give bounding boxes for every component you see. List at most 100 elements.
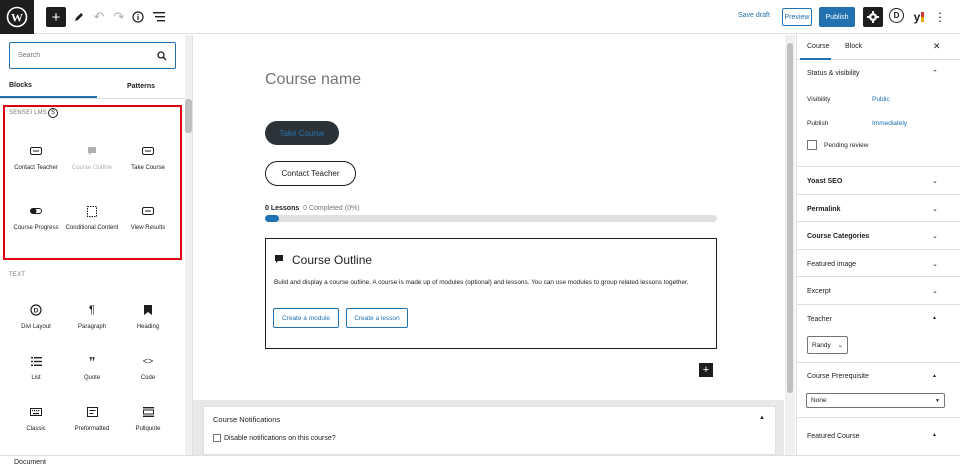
more-options-icon[interactable]: ⋮ — [934, 8, 946, 26]
take-course-button[interactable]: Take Course — [265, 121, 339, 145]
course-notifications-title[interactable]: Course Notifications — [213, 415, 280, 424]
canvas-scroll-thumb[interactable] — [787, 43, 793, 393]
tab-block[interactable]: Block — [845, 43, 862, 50]
block-view-results[interactable]: View Results — [120, 198, 176, 252]
prerequisite-title[interactable]: Course Prerequisite — [807, 373, 869, 380]
publish-button[interactable]: Publish — [819, 7, 855, 27]
yoast-seo-section[interactable]: Yoast SEO ⌄ — [797, 167, 960, 195]
disable-notifications-checkbox[interactable] — [213, 434, 221, 442]
visibility-value-link[interactable]: Public — [872, 96, 890, 103]
featured-course-title[interactable]: Featured Course — [807, 433, 860, 440]
yoast-icon[interactable]: y — [910, 8, 928, 26]
close-icon[interactable]: ✕ — [933, 41, 941, 52]
block-paragraph[interactable]: ¶ Paragraph — [64, 297, 120, 351]
block-label: Classic — [26, 426, 46, 432]
redo-icon[interactable]: ↷ — [110, 8, 128, 26]
pending-review-checkbox[interactable] — [807, 140, 817, 150]
collapse-caret-icon[interactable]: ▲ — [932, 432, 937, 438]
breadcrumb-footer: Document — [0, 455, 960, 469]
featured-image-section[interactable]: Featured image ⌄ — [797, 250, 960, 277]
block-take-course[interactable]: Take Course — [120, 138, 176, 192]
list-icon — [29, 354, 43, 368]
sidebar-tabs: Course Block ✕ — [797, 35, 960, 60]
chevron-up-icon[interactable]: ⌃ — [932, 69, 938, 77]
settings-gear-icon[interactable] — [863, 7, 883, 27]
inserter-scrollbar[interactable] — [185, 35, 192, 455]
create-module-button[interactable]: Create a module — [273, 308, 339, 328]
teacher-select[interactable]: Randy ⌄ — [807, 336, 848, 354]
block-code[interactable]: <> Code — [120, 348, 176, 402]
block-preformatted[interactable]: Preformatted — [64, 399, 120, 453]
wordpress-logo-icon[interactable]: W — [0, 0, 34, 34]
block-course-outline[interactable]: Course Outline — [64, 138, 120, 192]
course-progress-bar — [265, 215, 717, 222]
block-label: List — [31, 375, 41, 381]
code-icon: <> — [142, 356, 154, 366]
tab-patterns[interactable]: Patterns — [97, 75, 185, 98]
block-pullquote[interactable]: Pullquote — [120, 399, 176, 453]
quote-icon: ” — [88, 353, 96, 369]
tab-course[interactable]: Course — [807, 43, 830, 50]
inserter-scroll-thumb[interactable] — [185, 99, 192, 133]
collapse-caret-icon[interactable]: ▲ — [932, 373, 937, 379]
collapse-caret-icon[interactable]: ▲ — [932, 315, 937, 321]
tab-blocks[interactable]: Blocks — [0, 75, 97, 98]
svg-text:W: W — [11, 11, 23, 25]
course-progress-icon — [29, 204, 43, 218]
block-quote[interactable]: ” Quote — [64, 348, 120, 402]
chevron-down-icon: ⌄ — [932, 206, 938, 213]
block-classic[interactable]: Classic — [8, 399, 64, 453]
prerequisite-selected-value: None — [811, 397, 827, 404]
take-course-icon — [141, 144, 155, 158]
details-info-icon[interactable] — [129, 8, 147, 26]
view-results-icon — [141, 204, 155, 218]
canvas-scrollbar[interactable] — [785, 35, 795, 455]
paragraph-icon: ¶ — [89, 304, 95, 316]
block-label: Divi Layout — [21, 324, 51, 330]
block-search-field[interactable] — [9, 42, 176, 69]
undo-icon[interactable]: ↶ — [90, 8, 108, 26]
teacher-title[interactable]: Teacher — [807, 316, 832, 323]
save-draft-button[interactable]: Save draft — [738, 12, 770, 19]
block-heading[interactable]: Heading — [120, 297, 176, 351]
permalink-section[interactable]: Permalink ⌄ — [797, 195, 960, 222]
preview-button[interactable]: Preview — [782, 8, 812, 26]
block-course-progress[interactable]: Course Progress — [8, 198, 64, 252]
course-outline-block[interactable]: Course Outline Build and display a cours… — [265, 238, 717, 349]
section-title: Permalink — [807, 206, 841, 213]
list-view-icon[interactable] — [150, 8, 168, 26]
meta-boxes-area: Course Notifications ▲ Disable notificat… — [193, 400, 784, 455]
create-lesson-button[interactable]: Create a lesson — [346, 308, 408, 328]
block-search-input[interactable] — [18, 52, 157, 59]
block-divi-layout[interactable]: D Divi Layout — [8, 297, 64, 351]
status-visibility-title[interactable]: Status & visibility — [807, 70, 860, 77]
course-categories-section[interactable]: Course Categories ⌄ — [797, 222, 960, 250]
excerpt-section[interactable]: Excerpt ⌄ — [797, 277, 960, 305]
block-list[interactable]: List — [8, 348, 64, 402]
pencil-icon[interactable] — [70, 8, 88, 26]
inserter-tabs: Blocks Patterns — [0, 75, 185, 99]
collapse-caret-icon[interactable]: ▲ — [759, 415, 765, 421]
block-label: Take Course — [131, 165, 165, 171]
category-label-text: TEXT — [9, 272, 26, 278]
status-visibility-section: Status & visibility ⌃ Visibility Public … — [797, 60, 960, 167]
breadcrumb-document[interactable]: Document — [14, 459, 46, 466]
block-label: Code — [140, 375, 156, 381]
category-label-sensei: SENSEI LMS — [9, 110, 48, 116]
block-conditional-content[interactable]: Conditional Content — [64, 198, 120, 252]
block-contact-teacher[interactable]: Contact Teacher — [8, 138, 64, 192]
block-inserter-toggle-button[interactable]: + — [46, 7, 66, 27]
preformatted-icon — [85, 405, 99, 419]
course-progress-text: 0 Lessons 0 Completed (0%) — [265, 205, 360, 212]
add-block-button[interactable]: + — [699, 363, 713, 377]
divi-icon[interactable]: D — [889, 8, 904, 23]
block-label: Preformatted — [74, 426, 110, 432]
prerequisite-select[interactable]: None ▼ — [806, 393, 945, 408]
publish-value-link[interactable]: Immediately — [872, 120, 907, 127]
post-title-input[interactable]: Course name — [265, 71, 361, 89]
teacher-section: Teacher ▲ Randy ⌄ — [797, 305, 960, 363]
contact-teacher-button[interactable]: Contact Teacher — [265, 161, 356, 186]
chevron-down-icon: ⌄ — [932, 178, 938, 185]
chevron-down-icon: ⌄ — [837, 342, 843, 349]
conditional-content-icon — [85, 204, 99, 218]
